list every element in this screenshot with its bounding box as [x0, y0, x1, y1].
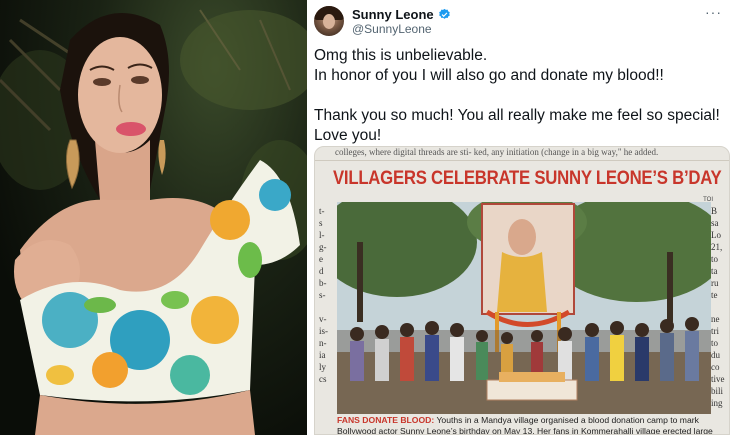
tweet-line: Love you! [314, 127, 382, 144]
clipping-right-column: B sa Lo 21, to ta ru te ne tri to du co … [711, 206, 725, 408]
tweet-card: Sunny Leone @SunnyLeone ··· Omg this is … [310, 0, 730, 435]
avatar[interactable] [314, 6, 344, 36]
tweet-line: In honor of you I will also go and donat… [314, 67, 664, 84]
portrait-illustration [0, 9, 307, 435]
clipping-headline: VILLAGERS CELEBRATE SUNNY LEONE’S B’DAY [333, 167, 722, 189]
crowd-scene-illustration [337, 202, 711, 414]
more-options-icon[interactable]: ··· [705, 4, 722, 20]
verified-badge-icon [438, 8, 450, 19]
clipping-top-text: colleges, where digital threads are sti-… [315, 147, 729, 161]
portrait-photo [0, 0, 307, 435]
display-name[interactable]: Sunny Leone [352, 7, 434, 22]
handle[interactable]: @SunnyLeone [352, 22, 432, 36]
tweet-line: Thank you so much! You all really make m… [314, 107, 720, 124]
tweet-text: Omg this is unbelievable. In honor of yo… [314, 46, 724, 146]
caption-lead: FANS DONATE BLOOD: [337, 415, 435, 425]
author-row: Sunny Leone [352, 7, 451, 22]
press-photo-caption: FANS DONATE BLOOD: Youths in a Mandya vi… [337, 415, 717, 434]
attached-image[interactable]: colleges, where digital threads are sti-… [314, 146, 730, 435]
clipping-left-column: t- s l- g- e d b- s- v- is- n- ia ly cs [319, 206, 328, 384]
press-photo [337, 202, 711, 414]
tweet-line: Omg this is unbelievable. [314, 47, 488, 64]
